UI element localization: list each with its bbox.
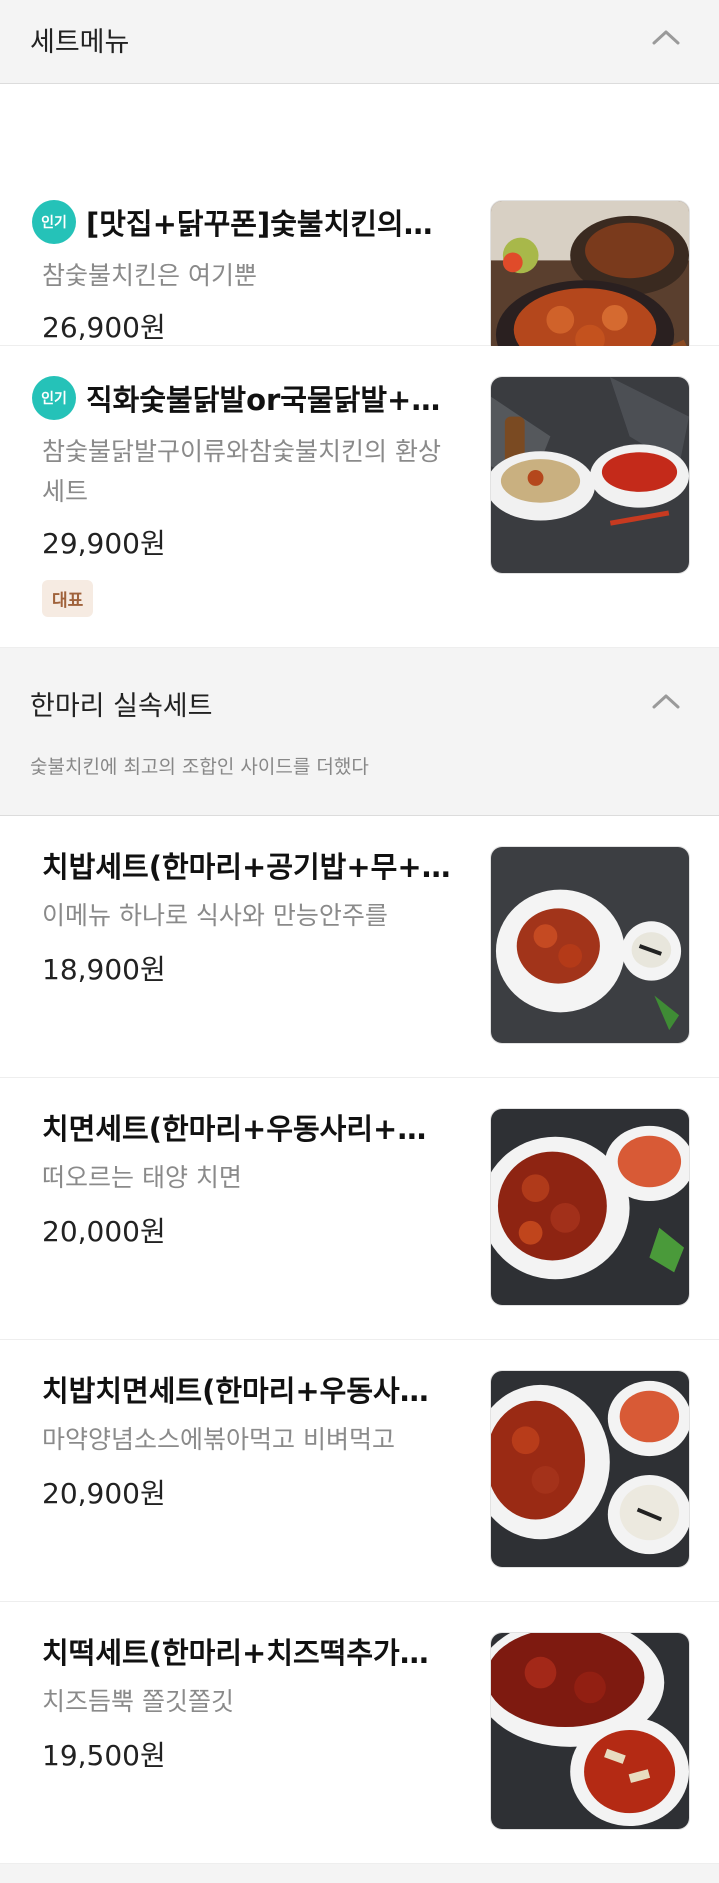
menu-item[interactable]: 치떡세트(한마리+치즈떡추가… 치즈듬뿍 쫄깃쫄깃 19,500원 [0, 1602, 719, 1864]
menu-item-price: 26,900원 [42, 311, 166, 344]
menu-item-desc: 치즈듬뿍 쫄깃쫄깃 [42, 1687, 234, 1716]
chicken-udon-set-image [490, 1108, 690, 1306]
menu-item-desc: 이메뉴 하나로 식사와 만능안주를 [42, 901, 388, 930]
menu-item[interactable]: 인기 직화숯불닭발or국물닭발+… 참숯불닭발구이류와참숯불치킨의 환상세트 2… [0, 346, 719, 648]
representative-badge: 대표 [42, 580, 94, 617]
menu-item-name: 치면세트(한마리+우동사리+… [42, 1112, 427, 1146]
menu-item-name-row: 치면세트(한마리+우동사리+… [42, 1106, 472, 1148]
menu-item-name: 치밥치면세트(한마리+우동사… [42, 1374, 429, 1408]
menu-item[interactable]: 인기 [맛집+닭꾸폰]숯불치킨의… 참숯불치킨은 여기뿐 26,900원 대표 [0, 84, 719, 399]
menu-item-price: 18,900원 [42, 953, 166, 986]
section-title: 세트메뉴 [30, 27, 130, 58]
menu-item-name-row: 치밥치면세트(한마리+우동사… [42, 1368, 472, 1410]
section-description: 숯불치킨에 최고의 조합인 사이드를 더했다 [30, 756, 369, 778]
menu-item-desc: 떠오르는 태양 치면 [42, 1163, 242, 1192]
menu-item-name-row: 치떡세트(한마리+치즈떡추가… [42, 1630, 472, 1672]
chicken-rice-udon-set-image [490, 1370, 690, 1568]
menu-item-name: 치밥세트(한마리+공기밥+무+… [42, 850, 451, 884]
section-title: 한마리 실속세트 [30, 691, 213, 722]
section-header-set-menu[interactable]: 세트메뉴 [0, 0, 719, 84]
chevron-up-icon[interactable] [651, 692, 681, 710]
section-header-whole-chicken-set[interactable]: 한마리 실속세트 숯불치킨에 최고의 조합인 사이드를 더했다 [0, 648, 719, 816]
menu-item-price: 20,000원 [42, 1215, 166, 1248]
chicken-feet-set-image [490, 376, 690, 574]
menu-item-name: 직화숯불닭발or국물닭발+… [86, 383, 441, 417]
menu-item-name: 치떡세트(한마리+치즈떡추가… [42, 1636, 429, 1670]
menu-item[interactable]: 치면세트(한마리+우동사리+… 떠오르는 태양 치면 20,000원 [0, 1078, 719, 1340]
menu-item-price: 19,500원 [42, 1739, 166, 1772]
popular-badge: 인기 [32, 200, 76, 244]
chicken-rice-set-image [490, 846, 690, 1044]
menu-item-price: 20,900원 [42, 1477, 166, 1510]
popular-badge: 인기 [32, 376, 76, 420]
menu-item[interactable]: 치밥세트(한마리+공기밥+무+… 이메뉴 하나로 식사와 만능안주를 18,90… [0, 816, 719, 1078]
menu-item-desc: 참숯불치킨은 여기뿐 [42, 261, 257, 290]
menu-item-name-row: 인기 직화숯불닭발or국물닭발+… [32, 376, 472, 420]
menu-item-desc: 마약양념소스에볶아먹고 비벼먹고 [42, 1425, 395, 1454]
menu-item-name-row: 치밥세트(한마리+공기밥+무+… [42, 844, 472, 886]
menu-item-name-row: 인기 [맛집+닭꾸폰]숯불치킨의… [32, 200, 472, 244]
menu-item-name: [맛집+닭꾸폰]숯불치킨의… [86, 207, 433, 241]
chicken-tteok-set-image [490, 1632, 690, 1830]
menu-item-desc: 참숯불닭발구이류와참숯불치킨의 환상세트 [42, 437, 441, 506]
menu-item[interactable]: 치밥치면세트(한마리+우동사… 마약양념소스에볶아먹고 비벼먹고 20,900원 [0, 1340, 719, 1602]
chevron-up-icon[interactable] [651, 28, 681, 46]
bottom-divider [0, 1864, 719, 1883]
menu-item-price: 29,900원 [42, 527, 166, 560]
